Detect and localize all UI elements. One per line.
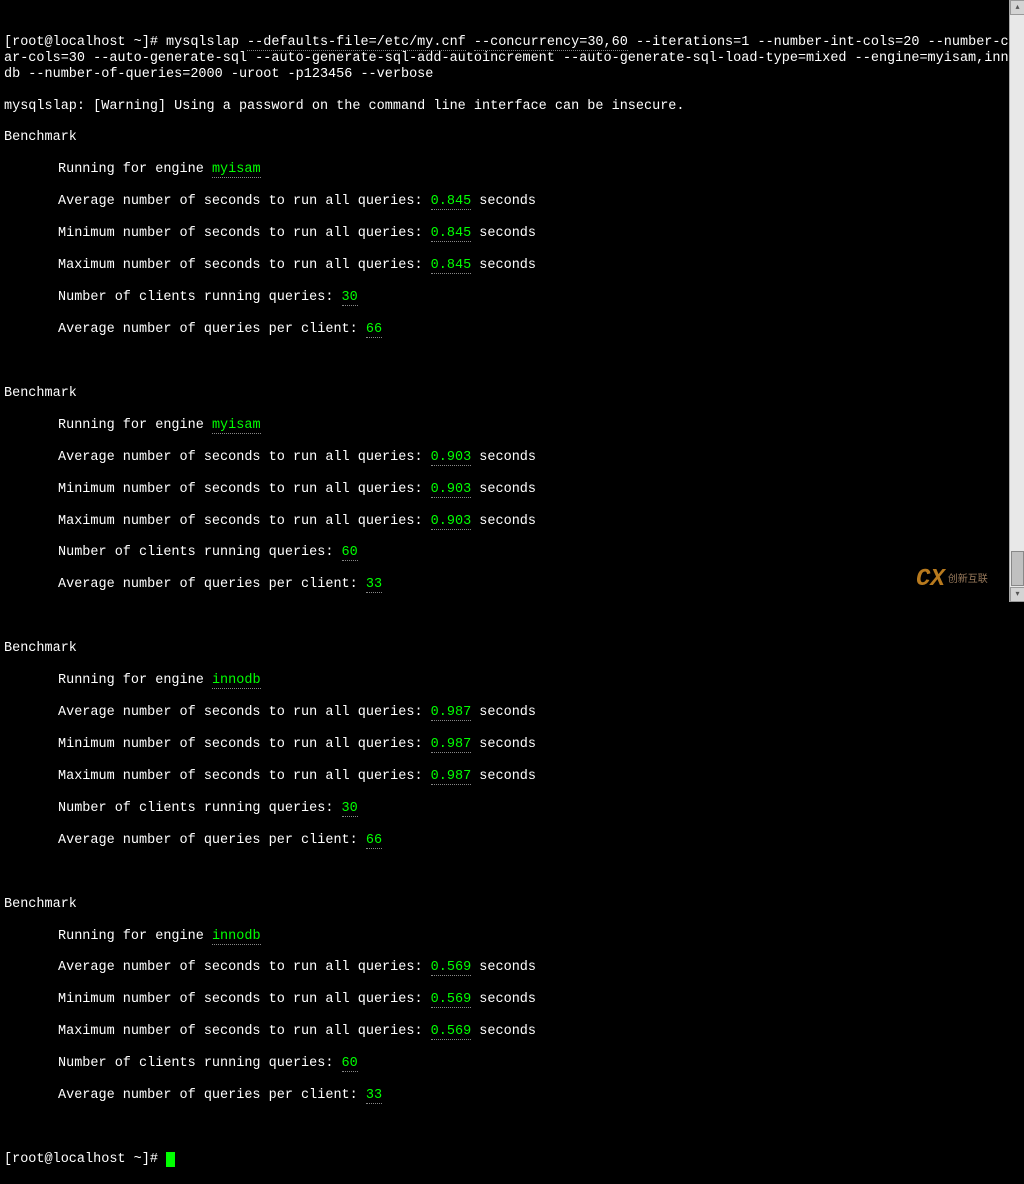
avg-line: Average number of seconds to run all que…	[4, 960, 1020, 976]
avg-value: 0.903	[431, 450, 472, 466]
prompt: [root@localhost ~]#	[4, 35, 166, 50]
max-line: Maximum number of seconds to run all que…	[4, 258, 1020, 274]
cursor-icon	[166, 1152, 175, 1167]
min-line: Minimum number of seconds to run all que…	[4, 737, 1020, 753]
scroll-thumb[interactable]	[1011, 551, 1024, 586]
avg-value: 0.987	[431, 705, 472, 721]
min-line: Minimum number of seconds to run all que…	[4, 992, 1020, 1008]
cmd-defaults-file: --defaults-file=/etc/my.cnf	[247, 35, 466, 51]
qpc-line: Average number of queries per client: 33	[4, 1088, 1020, 1104]
cmd-concurrency: --concurrency=30,60	[474, 35, 628, 51]
engine-line: Running for engine myisam	[4, 418, 1020, 434]
scroll-up-button[interactable]: ▴	[1010, 0, 1024, 15]
max-line: Maximum number of seconds to run all que…	[4, 1024, 1020, 1040]
prompt: [root@localhost ~]#	[4, 1152, 166, 1167]
clients-line: Number of clients running queries: 30	[4, 290, 1020, 306]
clients-line: Number of clients running queries: 60	[4, 1056, 1020, 1072]
avg-line: Average number of seconds to run all que…	[4, 450, 1020, 466]
engine-name: myisam	[212, 418, 261, 434]
benchmark-header: Benchmark	[4, 386, 1020, 402]
min-value: 0.987	[431, 737, 472, 753]
max-value: 0.987	[431, 769, 472, 785]
engine-name: innodb	[212, 673, 261, 689]
min-line: Minimum number of seconds to run all que…	[4, 482, 1020, 498]
engine-line: Running for engine innodb	[4, 673, 1020, 689]
watermark-text: 创新互联	[948, 576, 988, 586]
avg-value: 0.845	[431, 194, 472, 210]
max-line: Maximum number of seconds to run all que…	[4, 769, 1020, 785]
avg-line: Average number of seconds to run all que…	[4, 705, 1020, 721]
cmd-part-2	[466, 35, 474, 50]
engine-line: Running for engine innodb	[4, 929, 1020, 945]
watermark: CX 创新互联	[916, 563, 1006, 598]
blank-line	[4, 354, 1020, 370]
terminal-output: [root@localhost ~]# mysqlslap --defaults…	[4, 3, 1020, 1184]
clients-value: 30	[342, 290, 358, 306]
command-line: [root@localhost ~]# mysqlslap --defaults…	[4, 35, 1020, 83]
qpc-value: 66	[366, 322, 382, 338]
clients-line: Number of clients running queries: 30	[4, 801, 1020, 817]
max-value: 0.903	[431, 514, 472, 530]
min-value: 0.569	[431, 992, 472, 1008]
min-value: 0.903	[431, 482, 472, 498]
min-line: Minimum number of seconds to run all que…	[4, 226, 1020, 242]
scrollbar[interactable]: ▴ ▾	[1009, 0, 1024, 602]
cmd-part-1: mysqlslap	[166, 35, 247, 50]
benchmark-header: Benchmark	[4, 897, 1020, 913]
watermark-logo-icon: CX	[916, 566, 945, 594]
engine-name: myisam	[212, 162, 261, 178]
qpc-line: Average number of queries per client: 33	[4, 577, 1020, 593]
benchmark-header: Benchmark	[4, 641, 1020, 657]
qpc-line: Average number of queries per client: 66	[4, 322, 1020, 338]
clients-value: 30	[342, 801, 358, 817]
qpc-line: Average number of queries per client: 66	[4, 833, 1020, 849]
clients-value: 60	[342, 545, 358, 561]
max-value: 0.569	[431, 1024, 472, 1040]
engine-name: innodb	[212, 929, 261, 945]
prompt-line[interactable]: [root@localhost ~]#	[4, 1152, 1020, 1168]
engine-line: Running for engine myisam	[4, 162, 1020, 178]
max-value: 0.845	[431, 258, 472, 274]
qpc-value: 66	[366, 833, 382, 849]
qpc-value: 33	[366, 577, 382, 593]
min-value: 0.845	[431, 226, 472, 242]
clients-line: Number of clients running queries: 60	[4, 545, 1020, 561]
warning-line: mysqlslap: [Warning] Using a password on…	[4, 99, 1020, 115]
qpc-value: 33	[366, 1088, 382, 1104]
clients-value: 60	[342, 1056, 358, 1072]
avg-value: 0.569	[431, 960, 472, 976]
blank-line	[4, 609, 1020, 625]
blank-line	[4, 1120, 1020, 1136]
blank-line	[4, 865, 1020, 881]
avg-line: Average number of seconds to run all que…	[4, 194, 1020, 210]
scroll-down-button[interactable]: ▾	[1010, 587, 1024, 602]
benchmark-header: Benchmark	[4, 130, 1020, 146]
max-line: Maximum number of seconds to run all que…	[4, 514, 1020, 530]
